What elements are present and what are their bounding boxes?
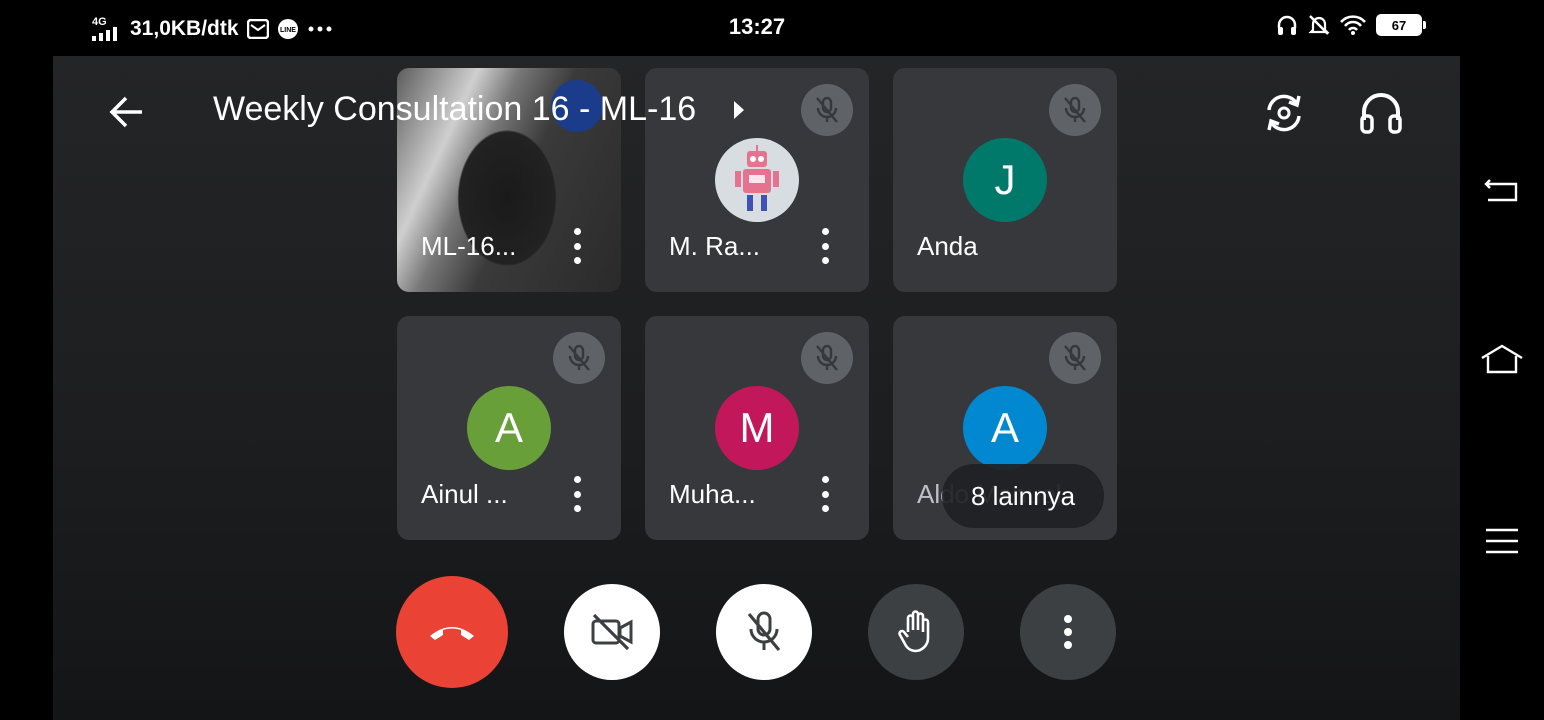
meeting-title[interactable]: Weekly Consultation 16 - ML-16 — [213, 90, 696, 129]
back-arrow-icon[interactable] — [104, 90, 148, 134]
mic-off-icon — [747, 611, 781, 652]
participant-tile[interactable]: M Muha... — [645, 316, 869, 540]
camera-off-icon — [591, 613, 633, 651]
mic-off-icon — [801, 332, 853, 384]
raise-hand-button[interactable] — [868, 584, 964, 680]
end-call-icon — [430, 627, 474, 640]
avatar: J — [963, 138, 1047, 222]
avatar: A — [467, 386, 551, 470]
more-vert-icon[interactable] — [817, 476, 833, 512]
avatar: M — [715, 386, 799, 470]
participant-name: M. Ra... — [669, 231, 761, 261]
headset-status-icon — [1277, 15, 1297, 35]
robot-avatar — [715, 138, 799, 222]
status-right: 67 — [1276, 14, 1426, 36]
wifi-icon — [1340, 15, 1366, 35]
more-vert-icon[interactable] — [569, 228, 585, 264]
notifications-off-icon — [1308, 15, 1330, 35]
more-vert-icon — [1064, 615, 1072, 649]
more-vert-icon[interactable] — [817, 228, 833, 264]
participant-name: Ainul ... — [421, 479, 508, 509]
camera-toggle-button[interactable] — [564, 584, 660, 680]
avatar: A — [963, 386, 1047, 470]
mic-toggle-button[interactable] — [716, 584, 812, 680]
nav-back-icon[interactable] — [1482, 172, 1522, 212]
headphones-icon[interactable] — [1356, 88, 1406, 138]
chevron-right-icon[interactable] — [734, 101, 744, 119]
nav-menu-icon[interactable] — [1484, 522, 1524, 562]
more-participants-pill[interactable]: 8 lainnya — [942, 464, 1104, 528]
nav-home-icon[interactable] — [1480, 340, 1523, 380]
end-call-button[interactable] — [396, 576, 508, 688]
raise-hand-icon — [898, 610, 930, 653]
battery-icon: 67 — [1376, 14, 1426, 36]
mic-off-icon — [1049, 332, 1101, 384]
more-vert-icon[interactable] — [569, 476, 585, 512]
participant-name: Muha... — [669, 479, 756, 509]
mic-off-icon — [553, 332, 605, 384]
participant-name: ML-16... — [421, 231, 517, 261]
status-bar: 4G 31,0KB/dtk LINE 13:27 67 — [0, 0, 1544, 56]
switch-camera-icon[interactable] — [1259, 88, 1309, 138]
participant-name: Anda — [917, 231, 978, 261]
mic-off-icon — [1049, 84, 1101, 136]
participant-tile[interactable]: A Ainul ... — [397, 316, 621, 540]
mic-off-icon — [801, 84, 853, 136]
more-options-button[interactable] — [1020, 584, 1116, 680]
participant-tile-self[interactable]: J Anda — [893, 68, 1117, 292]
